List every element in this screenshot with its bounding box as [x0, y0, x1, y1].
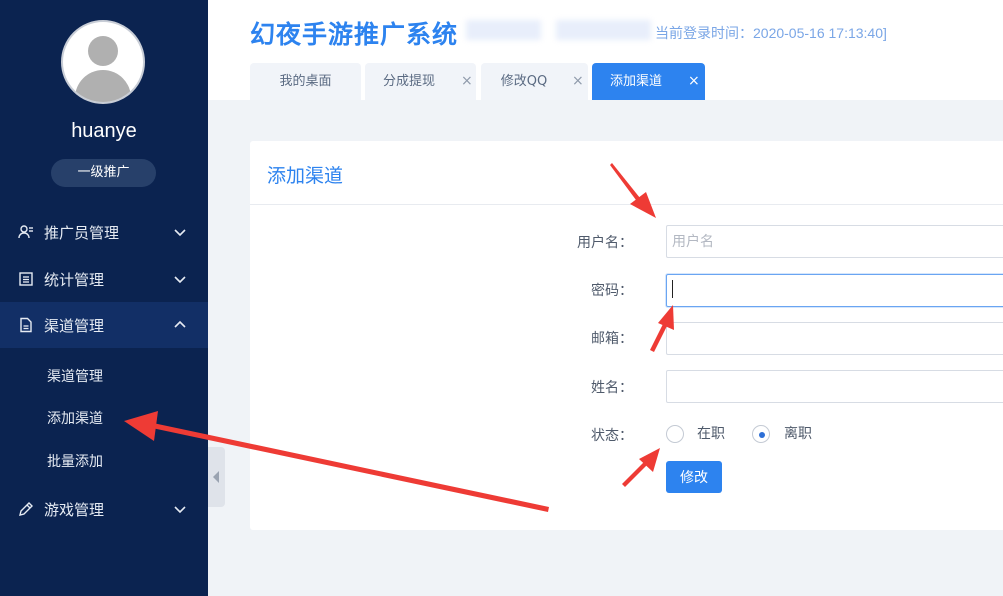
- name-label: 姓名：: [591, 380, 633, 396]
- username: huanye: [71, 120, 137, 142]
- tab-modify-qq[interactable]: 修改QQ ×: [481, 63, 588, 100]
- close-icon[interactable]: ×: [688, 63, 700, 100]
- list-icon: [18, 271, 34, 287]
- chevron-up-icon: [172, 317, 188, 333]
- email-input[interactable]: [666, 322, 1003, 355]
- password-input[interactable]: [666, 274, 1003, 307]
- tab-label: 分成提现: [382, 74, 435, 89]
- add-channel-card: 添加渠道 用户名： 密码： 邮箱： 姓名： 状态： 在职 离职 修改: [250, 141, 1003, 530]
- status-option-employed: 在职: [697, 426, 725, 442]
- header: 幻夜手游推广系统 当前登录时间：2020-05-16 17:13:40] 我的桌…: [208, 0, 1003, 100]
- nav-item-game-management[interactable]: 游戏管理: [0, 486, 208, 532]
- avatar-body-shape: [75, 70, 131, 102]
- username-input[interactable]: [666, 225, 1003, 258]
- name-input[interactable]: [666, 370, 1003, 403]
- level-badge: 一级推广: [51, 159, 156, 187]
- tab-my-desktop[interactable]: 我的桌面: [250, 63, 361, 100]
- nav-label: 统计管理: [44, 270, 105, 289]
- status-label: 状态：: [591, 428, 633, 444]
- status-radio-employed[interactable]: [666, 425, 684, 443]
- submit-button[interactable]: 修改: [666, 461, 722, 493]
- password-label: 密码：: [591, 283, 633, 299]
- avatar[interactable]: [61, 20, 145, 104]
- sub-item-batch-add[interactable]: 批量添加: [47, 451, 103, 471]
- close-icon[interactable]: ×: [461, 63, 473, 100]
- nav-item-channel-management[interactable]: 渠道管理: [0, 302, 208, 348]
- card-title: 添加渠道: [267, 165, 344, 187]
- tab-label: 修改QQ: [500, 74, 548, 89]
- nav-item-promoter-management[interactable]: 推广员管理: [0, 209, 208, 255]
- user-manage-icon: [18, 224, 34, 240]
- chevron-down-icon: [172, 271, 188, 287]
- avatar-head-shape: [88, 36, 118, 66]
- sidebar-collapse-handle[interactable]: [208, 447, 225, 507]
- divider: [250, 204, 1003, 205]
- tab-label: 我的桌面: [279, 74, 332, 89]
- status-option-resigned: 离职: [784, 426, 812, 442]
- redacted-area: [466, 20, 541, 40]
- document-icon: [18, 317, 34, 333]
- chevron-down-icon: [172, 224, 188, 240]
- redacted-area: [556, 20, 651, 40]
- system-title: 幻夜手游推广系统: [250, 20, 459, 49]
- login-time: 当前登录时间：2020-05-16 17:13:40]: [655, 25, 887, 41]
- status-radio-resigned[interactable]: [752, 425, 770, 443]
- username-label: 用户名：: [577, 235, 633, 251]
- nav-label: 渠道管理: [44, 316, 105, 335]
- text-cursor: [672, 280, 673, 298]
- sub-item-add-channel[interactable]: 添加渠道: [47, 408, 103, 428]
- tab-revenue-withdraw[interactable]: 分成提现 ×: [365, 63, 476, 100]
- nav-label: 推广员管理: [44, 223, 120, 242]
- tab-label: 添加渠道: [609, 74, 662, 89]
- tab-add-channel[interactable]: 添加渠道 ×: [592, 63, 705, 100]
- pencil-icon: [18, 501, 34, 517]
- close-icon[interactable]: ×: [572, 63, 584, 100]
- email-label: 邮箱：: [591, 331, 633, 347]
- sidebar: huanye 一级推广 推广员管理 统计管理 渠道管理 渠道管理 添加渠道 批量…: [0, 0, 208, 596]
- chevron-down-icon: [172, 501, 188, 517]
- sub-item-channel-management[interactable]: 渠道管理: [47, 366, 103, 386]
- nav-label: 游戏管理: [44, 500, 105, 519]
- nav-item-statistics-management[interactable]: 统计管理: [0, 256, 208, 302]
